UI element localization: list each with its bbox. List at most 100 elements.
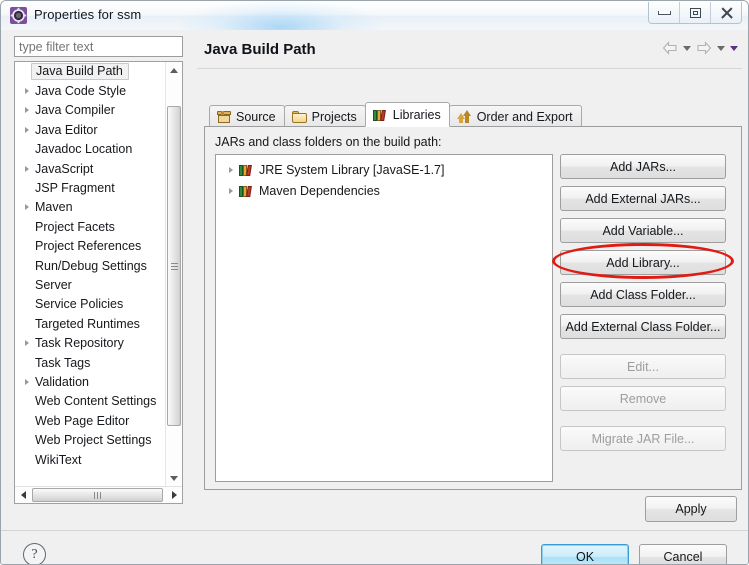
navigation-controls — [662, 41, 738, 55]
back-history-chevron-down-icon[interactable] — [683, 45, 691, 51]
scroll-up-button[interactable] — [166, 62, 182, 79]
sidebar-item-web-page-editor[interactable]: Web Page Editor — [15, 411, 167, 430]
sidebar-item-label: Java Build Path — [31, 63, 129, 81]
sidebar-item-label: Maven — [35, 200, 73, 215]
expand-arrow-icon[interactable] — [19, 204, 34, 210]
tree-hscroll-thumb[interactable] — [32, 488, 163, 502]
add-variable-button[interactable]: Add Variable... — [560, 218, 726, 243]
sidebar-item-web-project-settings[interactable]: Web Project Settings — [15, 430, 167, 449]
arrow-right-icon[interactable] — [696, 41, 712, 55]
order-export-icon — [456, 110, 472, 123]
sidebar-item-javadoc-location[interactable]: Javadoc Location — [15, 140, 167, 159]
sidebar-item-java-editor[interactable]: Java Editor — [15, 120, 167, 139]
arrow-left-icon[interactable] — [662, 41, 678, 55]
settings-tree[interactable]: Java Build Path Java Code Style Java Compi… — [15, 62, 167, 503]
help-icon[interactable]: ? — [23, 543, 46, 564]
tab-order-and-export[interactable]: Order and Export — [448, 105, 582, 127]
eclipse-gear-icon — [10, 7, 27, 24]
sidebar-item-task-tags[interactable]: Task Tags — [15, 353, 167, 372]
filter-input[interactable] — [14, 36, 183, 57]
sidebar-item-wikitext[interactable]: WikiText — [15, 450, 167, 469]
sidebar-item-web-content-settings[interactable]: Web Content Settings — [15, 392, 167, 411]
sidebar-item-targeted-runtimes[interactable]: Targeted Runtimes — [15, 314, 167, 333]
library-list-item[interactable]: JRE System Library [JavaSE-1.7] — [216, 159, 552, 180]
sidebar-item-label: Targeted Runtimes — [35, 316, 140, 331]
sidebar-item-validation[interactable]: Validation — [15, 372, 167, 391]
tab-label: Order and Export — [476, 109, 573, 124]
library-label: JRE System Library [JavaSE-1.7] — [259, 162, 445, 177]
scroll-grip-icon — [94, 491, 101, 499]
sidebar-item-label: Web Page Editor — [35, 413, 130, 428]
expand-arrow-icon[interactable] — [19, 379, 34, 385]
tab-source[interactable]: Source — [209, 105, 285, 127]
sidebar-item-maven[interactable]: Maven — [15, 198, 167, 217]
sidebar-item-run-debug-settings[interactable]: Run/Debug Settings — [15, 256, 167, 275]
window-title: Properties for ssm — [34, 7, 142, 22]
tab-label: Projects — [311, 109, 357, 124]
cancel-button[interactable]: Cancel — [639, 544, 727, 564]
add-external-jars-button[interactable]: Add External JARs... — [560, 186, 726, 211]
maximize-button[interactable] — [680, 2, 711, 23]
close-icon — [720, 7, 733, 19]
tab-projects[interactable]: Projects — [283, 105, 366, 127]
tree-horizontal-scrollbar[interactable] — [15, 486, 182, 503]
libraries-list[interactable]: JRE System Library [JavaSE-1.7] Maven Dep… — [215, 154, 553, 482]
add-jars-button[interactable]: Add JARs... — [560, 154, 726, 179]
library-list-item[interactable]: Maven Dependencies — [216, 180, 552, 201]
window-controls — [648, 2, 742, 24]
sidebar-item-label: Java Compiler — [35, 103, 115, 118]
expand-arrow-icon[interactable] — [19, 127, 34, 133]
sidebar-item-java-build-path[interactable]: Java Build Path — [15, 62, 167, 81]
dialog-content: Java Build Path Java Code Style Java Compi… — [1, 30, 748, 564]
expand-arrow-icon[interactable] — [19, 166, 34, 172]
scroll-grip-icon — [170, 262, 178, 270]
sidebar-item-service-policies[interactable]: Service Policies — [15, 295, 167, 314]
tree-vertical-scrollbar[interactable] — [165, 62, 182, 487]
sidebar-item-label: Web Project Settings — [35, 433, 152, 448]
folder-icon — [291, 110, 307, 123]
remove-button: Remove — [560, 386, 726, 411]
sidebar-item-project-references[interactable]: Project References — [15, 237, 167, 256]
sidebar-item-label: Task Tags — [35, 355, 91, 370]
maximize-icon — [689, 7, 701, 18]
view-menu-chevron-down-icon[interactable] — [730, 45, 738, 51]
sidebar-item-javascript[interactable]: JavaScript — [15, 159, 167, 178]
sidebar-item-project-facets[interactable]: Project Facets — [15, 217, 167, 236]
sidebar-item-label: Project Facets — [35, 219, 115, 234]
tab-label: Libraries — [392, 107, 441, 122]
migrate-jar-file-button: Migrate JAR File... — [560, 426, 726, 451]
sidebar-item-label: Java Code Style — [35, 84, 127, 99]
expand-arrow-icon[interactable] — [223, 167, 239, 173]
books-icon — [239, 184, 254, 197]
tree-scroll-thumb[interactable] — [167, 106, 181, 426]
sidebar-item-label: Run/Debug Settings — [35, 258, 147, 273]
books-icon — [372, 108, 388, 121]
apply-button[interactable]: Apply — [645, 496, 737, 522]
sidebar-item-server[interactable]: Server — [15, 275, 167, 294]
scroll-right-button[interactable] — [166, 487, 182, 503]
sidebar-item-jsp-fragment[interactable]: JSP Fragment — [15, 178, 167, 197]
minimize-button[interactable] — [649, 2, 680, 23]
scroll-left-button[interactable] — [15, 487, 31, 503]
tab-label: Source — [236, 109, 276, 124]
sidebar-item-label: Javadoc Location — [35, 142, 133, 157]
tab-libraries[interactable]: Libraries — [364, 102, 450, 127]
sidebar-item-label: WikiText — [35, 452, 82, 467]
sidebar-item-java-compiler[interactable]: Java Compiler — [15, 101, 167, 120]
sidebar-item-task-repository[interactable]: Task Repository — [15, 333, 167, 352]
close-button[interactable] — [711, 2, 741, 23]
expand-arrow-icon[interactable] — [19, 88, 34, 94]
add-class-folder-button[interactable]: Add Class Folder... — [560, 282, 726, 307]
expand-arrow-icon[interactable] — [19, 340, 34, 346]
libraries-list-label: JARs and class folders on the build path… — [215, 135, 442, 149]
add-library-button[interactable]: Add Library... — [560, 250, 726, 275]
sidebar-item-label: Service Policies — [35, 297, 124, 312]
add-external-class-folder-button[interactable]: Add External Class Folder... — [560, 314, 726, 339]
sidebar-item-label: JavaScript — [35, 161, 94, 176]
expand-arrow-icon[interactable] — [19, 107, 34, 113]
forward-history-chevron-down-icon[interactable] — [717, 45, 725, 51]
ok-button[interactable]: OK — [541, 544, 629, 564]
sidebar-item-java-code-style[interactable]: Java Code Style — [15, 81, 167, 100]
expand-arrow-icon[interactable] — [223, 188, 239, 194]
scroll-down-button[interactable] — [166, 470, 182, 487]
